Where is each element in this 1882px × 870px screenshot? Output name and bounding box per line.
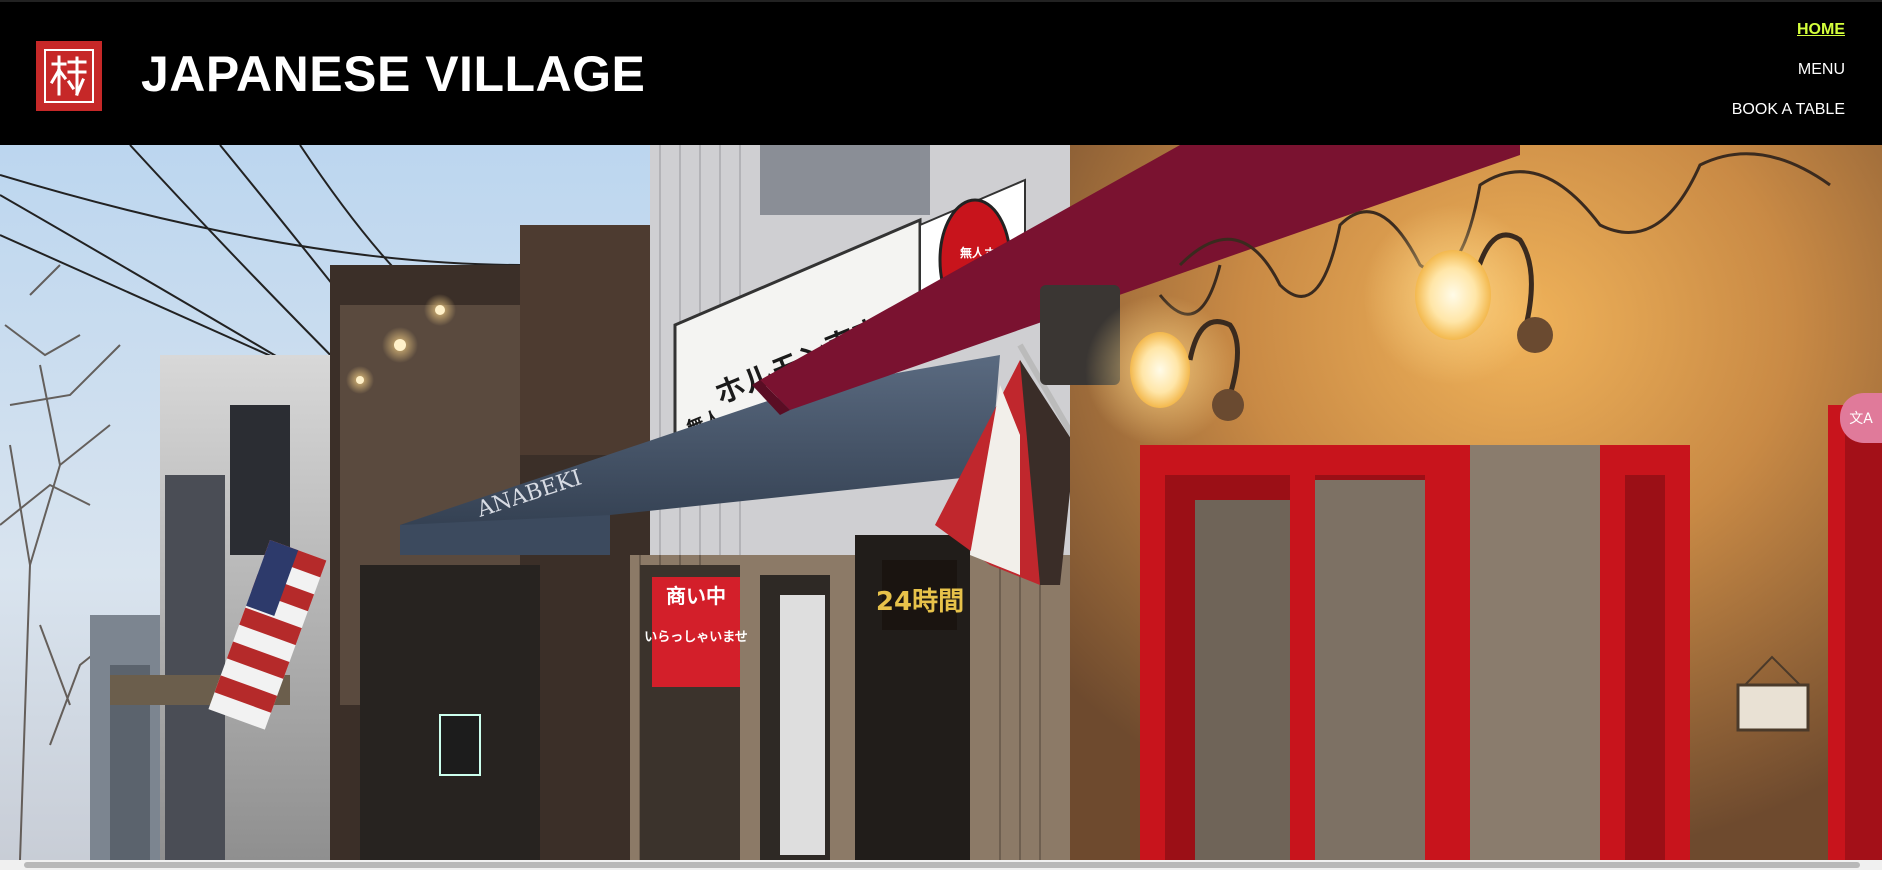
svg-text:24時間: 24時間 (876, 587, 964, 617)
page: JAPANESE VILLAGE HOME MENU BOOK A TABLE (0, 0, 1882, 870)
svg-text:商い中: 商い中 (666, 584, 726, 608)
svg-text:いらっしゃいませ: いらっしゃいませ (644, 630, 748, 645)
logo[interactable] (36, 41, 102, 111)
logo-glyph-icon (49, 55, 87, 96)
site-title[interactable]: JAPANESE VILLAGE (141, 46, 645, 102)
site-header: JAPANESE VILLAGE HOME MENU BOOK A TABLE (0, 0, 1882, 145)
nav-book-a-table[interactable]: BOOK A TABLE (1732, 100, 1845, 120)
scrollbar-thumb[interactable] (24, 862, 1860, 868)
logo-frame (44, 49, 94, 103)
storefront-photo: ホルモン直売所 無人 無人ホルモン直売所 ANABEKI (0, 145, 1882, 860)
nav-menu[interactable]: MENU (1798, 60, 1845, 80)
main-nav: HOME MENU BOOK A TABLE (1732, 20, 1845, 140)
hero-image: ホルモン直売所 無人 無人ホルモン直売所 ANABEKI (0, 145, 1882, 860)
horizontal-scrollbar[interactable] (0, 860, 1882, 870)
translate-icon: 文A (1849, 411, 1873, 427)
translate-widget[interactable]: 文A (1840, 393, 1882, 443)
nav-home[interactable]: HOME (1797, 20, 1845, 40)
